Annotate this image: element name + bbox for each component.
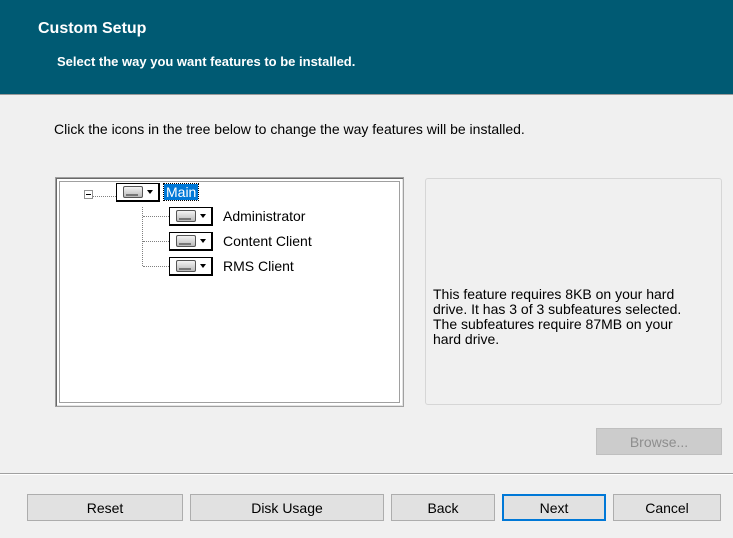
dropdown-arrow-icon xyxy=(199,238,206,243)
browse-button[interactable]: Browse... xyxy=(596,428,722,455)
tree-item-label[interactable]: Content Client xyxy=(221,233,314,249)
tree-connector xyxy=(90,196,116,197)
tree-item-label[interactable]: RMS Client xyxy=(221,258,296,274)
tree-item-content-client[interactable]: Content Client xyxy=(169,230,314,252)
dropdown-arrow-icon xyxy=(199,263,206,268)
tree-item-main[interactable]: Main xyxy=(116,181,200,203)
collapse-toggle-icon[interactable] xyxy=(84,190,93,199)
next-button[interactable]: Next xyxy=(502,494,606,521)
cancel-button[interactable]: Cancel xyxy=(613,494,721,521)
tree-item-rms-client[interactable]: RMS Client xyxy=(169,255,296,277)
reset-button[interactable]: Reset xyxy=(27,494,183,521)
footer-separator xyxy=(0,473,733,475)
hard-drive-icon xyxy=(175,259,196,272)
feature-install-dropdown[interactable] xyxy=(169,256,213,276)
feature-install-dropdown[interactable] xyxy=(116,182,160,202)
dialog-subtitle: Select the way you want features to be i… xyxy=(57,54,356,69)
disk-usage-button[interactable]: Disk Usage xyxy=(190,494,384,521)
tree-connector xyxy=(143,266,169,267)
feature-tree[interactable]: Main Administrator Content Client RMS Cl… xyxy=(55,177,404,407)
tree-item-administrator[interactable]: Administrator xyxy=(169,205,307,227)
hard-drive-icon xyxy=(175,234,196,247)
dialog-title: Custom Setup xyxy=(38,20,147,37)
instruction-text: Click the icons in the tree below to cha… xyxy=(54,121,525,137)
feature-description: This feature requires 8KB on your hard d… xyxy=(433,286,682,347)
dropdown-arrow-icon xyxy=(199,213,206,218)
feature-description-panel: This feature requires 8KB on your hard d… xyxy=(425,178,722,405)
feature-install-dropdown[interactable] xyxy=(169,231,213,251)
back-button[interactable]: Back xyxy=(391,494,495,521)
hard-drive-icon xyxy=(122,185,143,198)
tree-item-label[interactable]: Administrator xyxy=(221,208,307,224)
header-banner: Custom Setup Select the way you want fea… xyxy=(0,0,733,95)
dropdown-arrow-icon xyxy=(146,189,153,194)
tree-connector xyxy=(143,241,169,242)
hard-drive-icon xyxy=(175,209,196,222)
tree-connector xyxy=(143,216,169,217)
tree-item-label[interactable]: Main xyxy=(162,183,200,201)
feature-install-dropdown[interactable] xyxy=(169,206,213,226)
